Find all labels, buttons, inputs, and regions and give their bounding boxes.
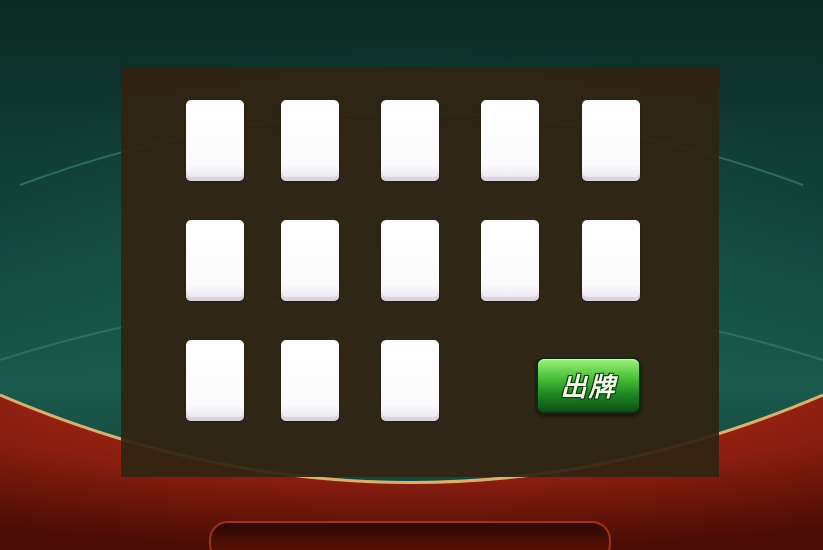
hand-card[interactable] xyxy=(481,100,539,181)
hand-card[interactable] xyxy=(281,340,339,421)
hand-card[interactable] xyxy=(186,220,244,301)
play-cards-label: 出牌 xyxy=(560,373,617,403)
hand-card[interactable] xyxy=(381,220,439,301)
hand-card[interactable] xyxy=(186,340,244,421)
hand-card[interactable] xyxy=(381,100,439,181)
play-cards-button[interactable]: 出牌 xyxy=(536,357,641,414)
hand-card[interactable] xyxy=(381,340,439,421)
table-slot xyxy=(209,521,611,550)
hand-card[interactable] xyxy=(186,100,244,181)
hand-card[interactable] xyxy=(582,100,640,181)
hand-card[interactable] xyxy=(481,220,539,301)
hand-card[interactable] xyxy=(281,220,339,301)
hand-card[interactable] xyxy=(281,100,339,181)
hand-card[interactable] xyxy=(582,220,640,301)
